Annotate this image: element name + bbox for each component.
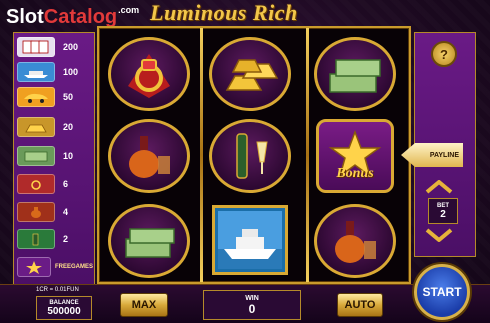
payline-label: PAYLINE [429,151,459,159]
reel-symbol-cash [314,37,396,111]
cash-icon [17,146,55,166]
gold-icon [17,117,55,137]
paytable-row-cards: 200 [17,36,93,58]
reel-symbol-cash [108,204,190,278]
reel-symbol-bonus: Bonus [316,119,394,193]
reel-symbol-cognac [314,204,396,278]
logo-slot-text: Slot [6,6,44,28]
cash-icon [329,59,381,93]
game-title: Luminous Rich [150,0,298,25]
paytable-value: 20 [63,122,74,132]
bet-decrease-button[interactable] [425,228,453,242]
ring-icon [17,174,55,194]
max-label: MAX [131,299,157,311]
reel-symbol-gold [209,37,291,111]
paytable-row-ring: 6 [17,173,93,195]
win-display: WIN 0 [203,290,301,320]
logo-com-text: .com [118,5,140,15]
paytable-row-cash: 10 [17,145,93,167]
bonus-icon [17,257,51,277]
reel-symbol-cognac [108,119,190,193]
reel-symbol-ring [108,37,190,111]
yacht-icon [17,62,55,82]
paytable-row-cognac: 4 [17,201,93,223]
auto-label: AUTO [344,299,376,311]
ring-icon [128,54,170,98]
gold-icon [225,59,279,91]
paytable-value: 4 [63,207,69,217]
paytable-row-bonus: FREEGAMES [17,256,93,278]
reel-separator [306,28,309,282]
cognac-icon [129,136,170,178]
balance-display: BALANCE 500000 [36,296,92,320]
help-label: ? [440,46,448,62]
bet-value: 2 [440,208,446,220]
paytable-row-champagne: 2 [17,228,93,250]
paytable-freegames-label: FREEGAMES [54,264,93,270]
paytable-value: 6 [63,179,69,189]
start-label: START [422,285,462,299]
win-value: 0 [248,301,256,316]
paytable-value: 2 [63,234,69,244]
reel-separator [200,28,203,282]
paytable-value: 200 [63,42,79,52]
cognac-icon [335,221,376,263]
balance-value: 500000 [47,305,81,317]
car-icon [17,87,55,107]
reel-symbol-champagne [209,119,291,193]
paytable-value: 50 [63,92,74,102]
yacht-icon [218,211,282,269]
champagne-icon [236,133,268,179]
paytable-value: 100 [63,67,79,77]
win-label: WIN [245,294,259,302]
paytable-row-car: 50 [17,86,93,108]
bet-display: BET 2 [428,198,458,224]
cognac-icon [17,202,55,222]
cards-icon [17,37,55,57]
champagne-icon [17,229,55,249]
max-bet-button[interactable]: MAX [120,293,168,317]
start-button[interactable]: START [414,264,470,320]
cash-icon [125,228,175,258]
auto-button[interactable]: AUTO [337,293,383,317]
bet-increase-button[interactable] [425,180,453,194]
paytable-row-gold: 20 [17,116,93,138]
paytable-value: 10 [63,151,74,161]
credit-rate: 1CR = 0.01FUN [36,287,79,293]
help-button[interactable]: ? [431,41,457,67]
reel-symbol-yacht [212,205,288,275]
bonus-label: Bonus [336,166,374,181]
paytable-row-yacht: 100 [17,61,93,83]
